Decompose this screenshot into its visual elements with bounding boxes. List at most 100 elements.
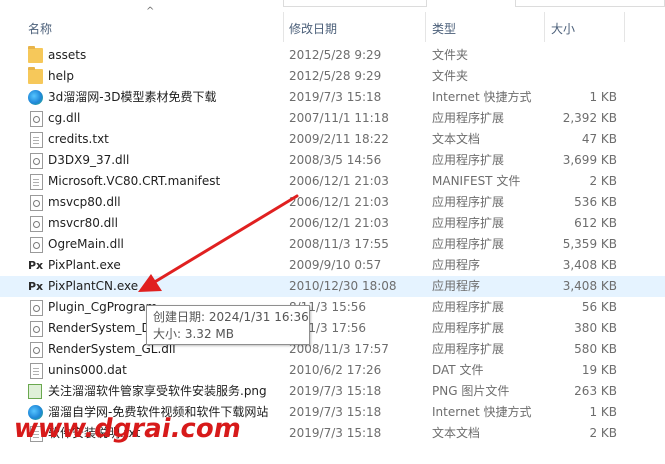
file-type: 文本文档 bbox=[432, 132, 481, 146]
file-row[interactable]: credits.txt 2009/2/11 18:22 文本文档 47 KB bbox=[0, 129, 665, 150]
header-top-edge bbox=[515, 0, 665, 7]
file-row[interactable]: assets 2012/5/28 9:29 文件夹 bbox=[0, 45, 665, 66]
browser-shortcut-icon bbox=[28, 90, 43, 105]
file-tooltip: 创建日期: 2024/1/31 16:36 大小: 3.32 MB bbox=[146, 305, 310, 345]
file-date: 2008/3/5 14:56 bbox=[289, 153, 382, 167]
file-size: 3,408 KB bbox=[562, 258, 617, 272]
file-type: 应用程序扩展 bbox=[432, 195, 505, 209]
dll-icon bbox=[30, 237, 43, 253]
sort-ascending-icon: ^ bbox=[146, 6, 155, 17]
file-date: 2009/9/10 0:57 bbox=[289, 258, 382, 272]
file-name: assets bbox=[48, 48, 87, 62]
file-row[interactable]: RenderSystem_Di 8/11/3 17:56 应用程序扩展 380 KB bbox=[0, 318, 665, 339]
file-row[interactable]: msvcr80.dll 2006/12/1 21:03 应用程序扩展 612 KB bbox=[0, 213, 665, 234]
file-type: 应用程序扩展 bbox=[432, 111, 505, 125]
file-row[interactable]: msvcp80.dll 2006/12/1 21:03 应用程序扩展 536 KB bbox=[0, 192, 665, 213]
file-type: 应用程序扩展 bbox=[432, 321, 505, 335]
file-type: 应用程序扩展 bbox=[432, 237, 505, 251]
column-divider[interactable] bbox=[544, 12, 545, 42]
dll-icon bbox=[30, 111, 43, 127]
file-name: help bbox=[48, 69, 74, 83]
column-size-header[interactable]: 大小 bbox=[551, 18, 575, 40]
dll-icon bbox=[30, 195, 43, 211]
file-type: 应用程序扩展 bbox=[432, 216, 505, 230]
file-date: 2019/7/3 15:18 bbox=[289, 90, 382, 104]
file-size: 47 KB bbox=[581, 132, 617, 146]
file-name: Plugin_CgProgram bbox=[48, 300, 158, 314]
dll-icon bbox=[30, 216, 43, 232]
column-type-header[interactable]: 类型 bbox=[432, 18, 456, 40]
file-type: Internet 快捷方式 bbox=[432, 405, 532, 419]
file-type: 文件夹 bbox=[432, 69, 469, 83]
file-row[interactable]: 关注溜溜软件管家享受软件安装服务.png 2019/7/3 15:18 PNG 图片… bbox=[0, 381, 665, 402]
file-type: 应用程序 bbox=[432, 258, 481, 272]
png-image-icon bbox=[28, 384, 42, 399]
dll-icon bbox=[30, 300, 43, 316]
file-size: 380 KB bbox=[574, 321, 617, 335]
file-date: 2019/7/3 15:18 bbox=[289, 384, 382, 398]
folder-icon bbox=[28, 46, 43, 63]
tooltip-size: 大小: 3.32 MB bbox=[153, 327, 234, 341]
file-date: 2010/6/2 17:26 bbox=[289, 363, 382, 377]
file-row[interactable]: 3d溜溜网-3D模型素材免费下载 2019/7/3 15:18 Internet 快… bbox=[0, 87, 665, 108]
column-divider[interactable] bbox=[283, 12, 284, 42]
file-size: 2 KB bbox=[589, 426, 617, 440]
header-top-edge bbox=[283, 0, 427, 7]
file-type: DAT 文件 bbox=[432, 363, 484, 377]
file-row[interactable]: Px PixPlant.exe 2009/9/10 0:57 应用程序 3,408 KB bbox=[0, 255, 665, 276]
column-date-header[interactable]: 修改日期 bbox=[289, 18, 337, 40]
file-date: 2006/12/1 21:03 bbox=[289, 174, 389, 188]
file-size: 5,359 KB bbox=[562, 237, 617, 251]
file-date: 2012/5/28 9:29 bbox=[289, 48, 382, 62]
file-size: 580 KB bbox=[574, 342, 617, 356]
file-type: MANIFEST 文件 bbox=[432, 174, 521, 188]
file-date: 2010/12/30 18:08 bbox=[289, 279, 397, 293]
file-icon bbox=[30, 363, 43, 379]
file-type: 应用程序扩展 bbox=[432, 300, 505, 314]
file-type: Internet 快捷方式 bbox=[432, 90, 532, 104]
watermark-text: www.dgrai.com bbox=[11, 414, 244, 444]
file-type: 文本文档 bbox=[432, 426, 481, 440]
column-divider[interactable] bbox=[425, 12, 426, 42]
file-date: 2007/11/1 11:18 bbox=[289, 111, 389, 125]
column-divider[interactable] bbox=[624, 12, 625, 42]
file-name: cg.dll bbox=[48, 111, 81, 125]
file-type: 应用程序扩展 bbox=[432, 153, 505, 167]
column-header: ^ 名称 修改日期 类型 大小 bbox=[0, 0, 665, 42]
file-name: D3DX9_37.dll bbox=[48, 153, 130, 167]
file-row[interactable]: D3DX9_37.dll 2008/3/5 14:56 应用程序扩展 3,699 KB bbox=[0, 150, 665, 171]
dll-icon bbox=[30, 321, 43, 337]
file-size: 612 KB bbox=[574, 216, 617, 230]
file-size: 263 KB bbox=[574, 384, 617, 398]
file-row[interactable]: cg.dll 2007/11/1 11:18 应用程序扩展 2,392 KB bbox=[0, 108, 665, 129]
file-size: 56 KB bbox=[581, 300, 617, 314]
column-name-header[interactable]: 名称 bbox=[28, 18, 52, 40]
file-date: 2019/7/3 15:18 bbox=[289, 405, 382, 419]
text-file-icon bbox=[30, 132, 43, 148]
file-row[interactable]: help 2012/5/28 9:29 文件夹 bbox=[0, 66, 665, 87]
file-row[interactable]: Microsoft.VC80.CRT.manifest 2006/12/1 21:… bbox=[0, 171, 665, 192]
file-name: credits.txt bbox=[48, 132, 109, 146]
file-size: 1 KB bbox=[589, 405, 617, 419]
file-name: OgreMain.dll bbox=[48, 237, 124, 251]
file-type: 应用程序扩展 bbox=[432, 342, 505, 356]
file-row[interactable]: OgreMain.dll 2008/11/3 17:55 应用程序扩展 5,359 K… bbox=[0, 234, 665, 255]
dll-icon bbox=[30, 342, 43, 358]
file-name: RenderSystem_Di bbox=[48, 321, 155, 335]
tooltip-created-date: 创建日期: 2024/1/31 16:36 bbox=[153, 310, 309, 324]
folder-icon bbox=[28, 67, 43, 84]
file-type: 应用程序 bbox=[432, 279, 481, 293]
file-size: 1 KB bbox=[589, 90, 617, 104]
file-row[interactable]: RenderSystem_GL.dll 2008/11/3 17:57 应用程序扩展… bbox=[0, 339, 665, 360]
file-name: 3d溜溜网-3D模型素材免费下载 bbox=[48, 90, 217, 104]
file-name: msvcp80.dll bbox=[48, 195, 121, 209]
file-row[interactable]: Plugin_CgProgram 8/11/3 15:56 应用程序扩展 56 KB bbox=[0, 297, 665, 318]
dll-icon bbox=[30, 153, 43, 169]
file-date: 2019/7/3 15:18 bbox=[289, 426, 382, 440]
file-name: PixPlantCN.exe bbox=[48, 279, 139, 293]
file-type: PNG 图片文件 bbox=[432, 384, 510, 398]
file-row[interactable]: Px PixPlantCN.exe 2010/12/30 18:08 应用程序 3,40… bbox=[0, 276, 665, 297]
file-row[interactable]: unins000.dat 2010/6/2 17:26 DAT 文件 19 KB bbox=[0, 360, 665, 381]
file-date: 2006/12/1 21:03 bbox=[289, 216, 389, 230]
pixplant-app-icon: Px bbox=[28, 280, 44, 293]
